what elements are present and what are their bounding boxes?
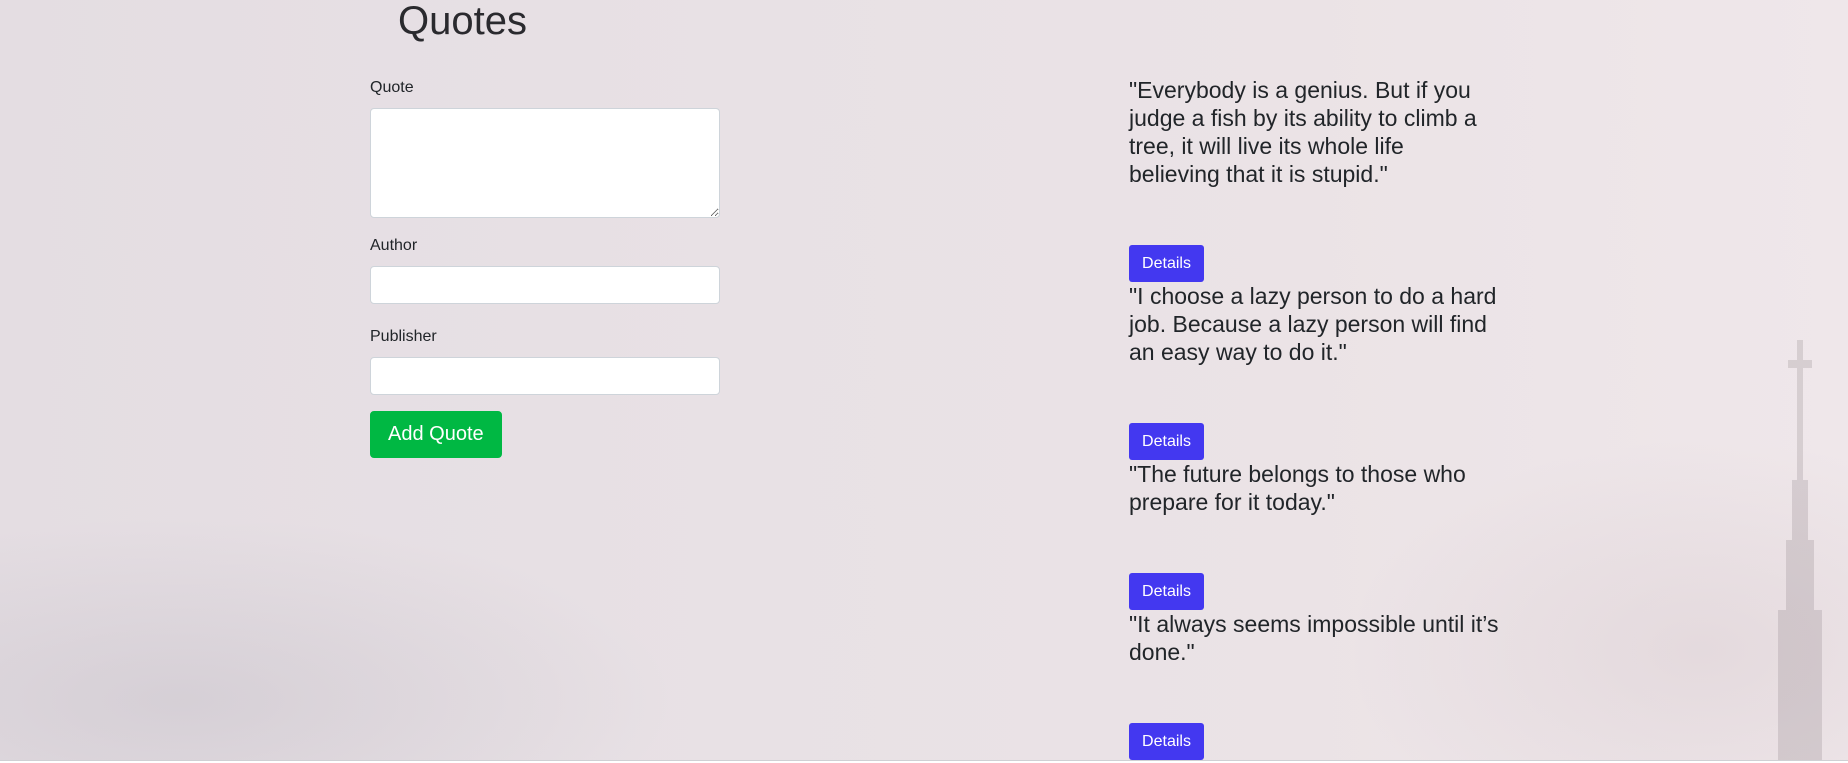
quote-item: "Everybody is a genius. But if you judge… — [1129, 76, 1499, 282]
details-button[interactable]: Details — [1129, 723, 1204, 760]
details-button[interactable]: Details — [1129, 245, 1204, 282]
author-input[interactable] — [370, 266, 720, 304]
quote-label: Quote — [370, 79, 414, 96]
details-button[interactable]: Details — [1129, 573, 1204, 610]
page-bottom-border — [0, 760, 1848, 761]
add-quote-form: Quote Author Publisher Add Quote — [370, 78, 720, 458]
background-image — [0, 0, 1848, 760]
quote-textarea[interactable] — [370, 108, 720, 218]
quote-item: "It always seems impossible until it’s d… — [1129, 610, 1499, 760]
tower-silhouette-decoration — [1778, 340, 1822, 760]
quote-item: "The future belongs to those who prepare… — [1129, 460, 1499, 610]
author-label: Author — [370, 237, 418, 254]
add-quote-button[interactable]: Add Quote — [370, 411, 502, 458]
details-button[interactable]: Details — [1129, 423, 1204, 460]
quote-text: "The future belongs to those who prepare… — [1129, 461, 1466, 515]
publisher-input[interactable] — [370, 357, 720, 395]
quote-item: "I choose a lazy person to do a hard job… — [1129, 282, 1499, 460]
quote-text: "It always seems impossible until it’s d… — [1129, 611, 1499, 665]
quote-text: "I choose a lazy person to do a hard job… — [1129, 283, 1497, 365]
publisher-label: Publisher — [370, 328, 437, 345]
page-title: Quotes — [398, 0, 527, 43]
quote-text: "Everybody is a genius. But if you judge… — [1129, 77, 1477, 187]
